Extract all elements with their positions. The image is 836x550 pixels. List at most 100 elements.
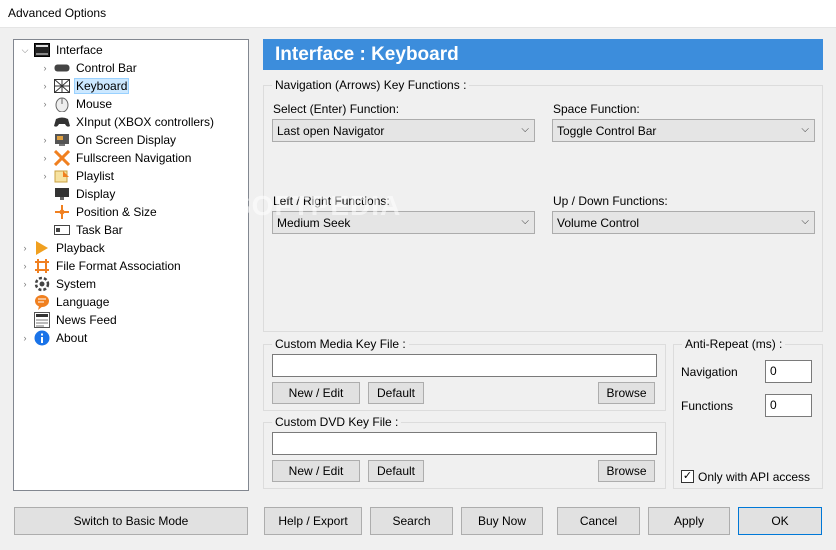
group-legend: Navigation (Arrows) Key Functions : [272,78,470,92]
tree-item-label: Fullscreen Navigation [76,151,192,165]
dvd-browse-button[interactable]: Browse [598,460,655,482]
up-down-functions-label: Up / Down Functions: [553,194,668,208]
tree-item-task-bar[interactable]: Task Bar [54,221,125,239]
tree-item-label: About [56,331,88,345]
window-title: Advanced Options [8,6,107,20]
chevron-down-icon: ⌵ [521,124,529,135]
chevron-right-icon[interactable]: › [40,63,50,73]
dvd-key-file-group: Custom DVD Key File : New / Edit Default… [263,415,666,489]
dvd-default-button[interactable]: Default [368,460,424,482]
switch-basic-mode-button[interactable]: Switch to Basic Mode [14,507,248,535]
ok-button[interactable]: OK [738,507,822,535]
select-function-value: Last open Navigator [277,123,385,138]
media-key-file-input[interactable] [272,354,657,377]
tree-item-language[interactable]: Language [34,293,111,311]
left-right-functions-label: Left / Right Functions: [273,194,390,208]
functions-repeat-label: Functions [681,399,734,413]
tree-item-about[interactable]: › About [20,329,89,347]
media-new-edit-button[interactable]: New / Edit [272,382,360,404]
tree-item-label: Interface [56,43,103,57]
chevron-right-icon[interactable]: › [40,153,50,163]
navigation-repeat-input[interactable]: 0 [765,360,812,383]
tree-item-keyboard[interactable]: › Keyboard [40,77,130,95]
chevron-down-icon[interactable]: ⌵ [20,45,30,55]
tree-item-xinput[interactable]: XInput (XBOX controllers) [54,113,216,131]
tree-item-label: On Screen Display [76,133,177,147]
apply-button[interactable]: Apply [648,507,730,535]
chevron-down-icon: ⌵ [521,216,529,227]
space-function-label: Space Function: [553,102,640,116]
dvd-new-edit-button[interactable]: New / Edit [272,460,360,482]
tree-item-display[interactable]: Display [54,185,117,203]
tree-item-label: File Format Association [56,259,181,273]
position-icon [54,204,70,220]
functions-repeat-input[interactable]: 0 [765,394,812,417]
tree-item-playback[interactable]: › Playback [20,239,107,257]
space-function-value: Toggle Control Bar [557,123,657,138]
chevron-right-icon[interactable]: › [40,171,50,181]
tree-item-label: Keyboard [74,78,130,94]
tree-item-label: Language [56,295,110,309]
tree-item-label: Display [76,187,116,201]
help-export-button[interactable]: Help / Export [264,507,362,535]
anti-repeat-group: Anti-Repeat (ms) : Navigation 0 Function… [673,337,823,489]
select-function-dropdown[interactable]: Last open Navigator ⌵ [272,119,535,142]
space-function-dropdown[interactable]: Toggle Control Bar ⌵ [552,119,815,142]
tree-item-position-size[interactable]: Position & Size [54,203,159,221]
tree-item-file-format-association[interactable]: › File Format Association [20,257,183,275]
up-down-functions-dropdown[interactable]: Volume Control ⌵ [552,211,815,234]
search-button[interactable]: Search [370,507,453,535]
chevron-right-icon[interactable]: › [40,135,50,145]
chevron-right-icon[interactable]: › [40,81,50,91]
tree-item-label: Control Bar [76,61,137,75]
api-only-label: Only with API access [698,470,811,484]
tree-item-interface[interactable]: ⌵ Interface [20,41,105,59]
tree-item-label: Playlist [76,169,115,183]
left-right-functions-value: Medium Seek [277,215,351,230]
chevron-right-icon[interactable]: › [20,279,30,289]
language-icon [34,294,50,310]
tree-item-news-feed[interactable]: News Feed [34,311,119,329]
tree-item-system[interactable]: › System [20,275,98,293]
buy-now-button[interactable]: Buy Now [461,507,543,535]
options-tree[interactable]: ⌵ Interface › Control Bar › Keyboard › M… [13,39,249,491]
cancel-button[interactable]: Cancel [557,507,640,535]
chevron-right-icon[interactable]: › [40,99,50,109]
chevron-right-icon[interactable]: › [20,333,30,343]
media-default-button[interactable]: Default [368,382,424,404]
dvd-key-file-input[interactable] [272,432,657,455]
up-down-functions-value: Volume Control [557,215,640,230]
system-gear-icon [34,276,50,292]
title-bar: Advanced Options [0,0,836,28]
keyboard-icon [54,78,70,94]
left-right-functions-dropdown[interactable]: Medium Seek ⌵ [272,211,535,234]
fullscreen-icon [54,150,70,166]
navigation-key-group: Navigation (Arrows) Key Functions : Sele… [263,78,823,332]
page-title: Interface : Keyboard [263,39,823,70]
osd-icon [54,132,70,148]
info-icon [34,330,50,346]
tree-item-playlist[interactable]: › Playlist [40,167,116,185]
media-key-file-group: Custom Media Key File : New / Edit Defau… [263,337,666,411]
group-legend: Custom DVD Key File : [272,415,402,429]
mouse-icon [54,96,70,112]
tree-item-fullscreen-navigation[interactable]: › Fullscreen Navigation [40,149,193,167]
group-legend: Custom Media Key File : [272,337,409,351]
playlist-icon [54,168,70,184]
chevron-right-icon[interactable]: › [20,261,30,271]
chevron-right-icon[interactable]: › [20,243,30,253]
news-icon [34,312,50,328]
media-browse-button[interactable]: Browse [598,382,655,404]
tree-item-control-bar[interactable]: › Control Bar [40,59,139,77]
tree-item-label: Position & Size [76,205,157,219]
tree-item-on-screen-display[interactable]: › On Screen Display [40,131,178,149]
tree-item-label: Task Bar [76,223,123,237]
taskbar-icon [54,222,70,238]
api-only-checkbox[interactable]: ✓ [681,470,694,483]
tree-item-label: Playback [56,241,105,255]
playback-icon [34,240,50,256]
tree-item-mouse[interactable]: › Mouse [40,95,114,113]
display-icon [54,186,70,202]
tree-item-label: News Feed [56,313,117,327]
chevron-down-icon: ⌵ [801,216,809,227]
